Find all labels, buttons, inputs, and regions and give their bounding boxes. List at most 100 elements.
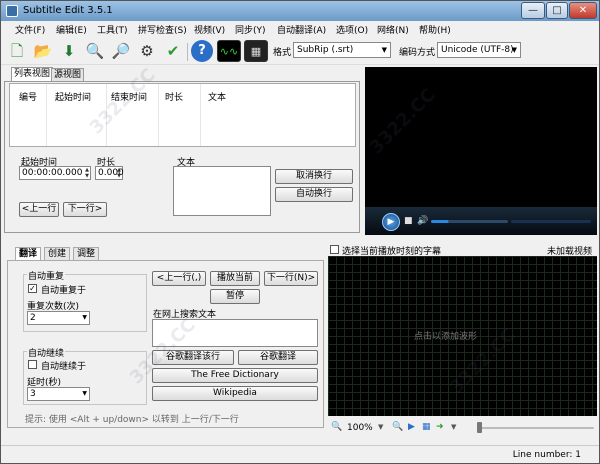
menu-tools[interactable]: 工具(T) (97, 23, 128, 36)
status-bar: Line number: 1 (1, 445, 599, 463)
search-text-input[interactable] (152, 319, 318, 347)
tab-adjust[interactable]: 调整 (73, 247, 100, 260)
translate-prev-button[interactable]: <上一行(,) (152, 271, 206, 286)
minimize-button[interactable]: — (521, 2, 545, 19)
grid-header-start[interactable]: 起始时间 (55, 90, 91, 103)
title-bar: Subtitle Edit 3.5.1 — □ ✕ (1, 1, 599, 21)
close-button[interactable]: ✕ (569, 2, 597, 19)
format-select[interactable]: SubRip (.srt) ▼ (293, 42, 391, 58)
find-icon[interactable]: 🔍 (84, 40, 106, 62)
encoding-select[interactable]: Unicode (UTF-8) ▼ (437, 42, 521, 58)
chevron-down-icon: ▼ (82, 314, 87, 321)
spin-arrows-icon[interactable]: ▲ ▼ (117, 167, 121, 179)
window-title: Subtitle Edit 3.5.1 (23, 5, 113, 16)
grid-divider (158, 84, 159, 146)
auto-repeat-checkbox[interactable]: ✓ (28, 284, 37, 293)
tab-create[interactable]: 创建 (44, 247, 71, 260)
select-current-checkbox[interactable] (330, 245, 339, 254)
zoom-in-icon[interactable]: 🔍 (392, 422, 403, 432)
menu-options[interactable]: 选项(O) (336, 23, 368, 36)
format-label: 格式 (273, 48, 292, 58)
stop-icon[interactable]: ■ (404, 216, 413, 226)
toolbar: 🗋 📂 ⬇ 🔍 🔎 ⚙ ✔ ? ∿∿ ▦ 格式 SubRip (.srt) ▼ … (1, 37, 599, 65)
grid-header-text[interactable]: 文本 (208, 90, 226, 103)
grid-header-duration[interactable]: 时长 (165, 90, 183, 103)
menu-sync[interactable]: 同步(Y) (235, 23, 266, 36)
pause-button[interactable]: 暂停 (210, 289, 260, 304)
zoom-value[interactable]: 100% (347, 423, 373, 433)
repeat-count-value: 2 (30, 313, 36, 323)
grid-divider (106, 84, 107, 146)
translate-hint: 提示: 使用 <Alt + up/down> 以转到 上一行/下一行 (25, 415, 239, 425)
app-logo-icon (6, 5, 18, 17)
waveform-toggle-icon[interactable]: ∿∿ (217, 40, 241, 62)
line-number-status: Line number: 1 (512, 450, 581, 460)
grid-header-number[interactable]: 编号 (19, 90, 37, 103)
spell-check-icon[interactable]: ✔ (162, 40, 184, 62)
save-icon[interactable]: ⬇ (58, 40, 80, 62)
app-window: Subtitle Edit 3.5.1 — □ ✕ 文件(F) 编辑(E) 工具… (0, 0, 600, 464)
google-it-button[interactable]: 谷歌翻译该行 (152, 350, 234, 365)
slider-thumb[interactable] (477, 422, 482, 433)
play-current-button[interactable]: 播放当前 (210, 271, 260, 286)
menu-help[interactable]: 帮助(H) (419, 23, 451, 36)
open-folder-icon[interactable]: 📂 (32, 40, 54, 62)
auto-continue-checkbox[interactable] (28, 360, 37, 369)
chevron-down-icon[interactable]: ▼ (451, 423, 456, 431)
maximize-button[interactable]: □ (546, 2, 568, 19)
start-time-value: 00:00:00.000 (22, 168, 83, 178)
chevron-down-icon: ▼ (381, 46, 387, 54)
prev-line-button[interactable]: <上一行 (19, 202, 59, 217)
menu-bar: 文件(F) 编辑(E) 工具(T) 拼写检查(S) 视频(V) 同步(Y) 自动… (1, 21, 599, 37)
tab-translate[interactable]: 翻译 (15, 247, 42, 260)
grid-divider (46, 84, 47, 146)
encoding-value: Unicode (UTF-8) (441, 45, 514, 55)
delay-select[interactable]: 3 ▼ (27, 387, 90, 401)
auto-continue-group-title: 自动继续 (27, 346, 66, 359)
subtitle-grid[interactable]: 编号 起始时间 结束时间 时长 文本 (9, 83, 356, 147)
start-time-input[interactable]: 00:00:00.000 ▲ ▼ (19, 166, 91, 180)
next-line-button[interactable]: 下一行> (63, 202, 107, 217)
menu-auto-translate[interactable]: 自动翻译(A) (277, 23, 326, 36)
progress-track (511, 220, 591, 223)
auto-repeat-group-title: 自动重复 (27, 269, 66, 282)
tab-source-view[interactable]: 源视图 (51, 68, 85, 82)
play-icon[interactable]: ▶ (408, 422, 415, 432)
zoom-out-icon[interactable]: 🔍 (331, 422, 342, 432)
chevron-down-icon[interactable]: ▼ (378, 423, 383, 431)
help-icon[interactable]: ? (191, 40, 213, 62)
autobreak-button[interactable]: 自动换行 (275, 187, 353, 202)
menu-network[interactable]: 网络(N) (377, 23, 409, 36)
grid-icon[interactable]: ▦ (422, 422, 431, 432)
wikipedia-button[interactable]: Wikipedia (152, 386, 318, 401)
menu-spellcheck[interactable]: 拼写检查(S) (138, 23, 187, 36)
spin-arrows-icon[interactable]: ▲ ▼ (85, 167, 89, 179)
fix-icon[interactable]: ⚙ (136, 40, 158, 62)
waveform-placeholder: 点击以添加波形 (414, 332, 478, 342)
grid-header-end[interactable]: 结束时间 (111, 90, 147, 103)
subtitle-text-input[interactable] (173, 166, 271, 216)
unbreak-button[interactable]: 取消换行 (275, 169, 353, 184)
waveform-zoom-slider[interactable] (479, 427, 594, 429)
new-file-icon[interactable]: 🗋 (6, 40, 28, 62)
free-dictionary-button[interactable]: The Free Dictionary (152, 368, 318, 383)
menu-video[interactable]: 视频(V) (194, 23, 225, 36)
format-value: SubRip (.srt) (297, 45, 354, 55)
replace-icon[interactable]: 🔎 (110, 40, 132, 62)
chevron-down-icon: ▼ (82, 390, 87, 397)
auto-repeat-label: 自动重复于 (41, 286, 87, 296)
volume-icon[interactable]: 🔊 (417, 216, 428, 226)
tab-list-view[interactable]: 列表视图 (11, 67, 54, 82)
encoding-label: 编码方式 (399, 48, 436, 58)
forward-icon[interactable]: ➜ (436, 422, 444, 432)
play-icon[interactable]: ▶ (382, 213, 400, 231)
repeat-count-select[interactable]: 2 ▼ (27, 311, 90, 325)
menu-edit[interactable]: 编辑(E) (56, 23, 87, 36)
progress-slider[interactable] (448, 220, 508, 223)
chevron-down-icon: ▼ (511, 46, 517, 54)
translate-next-button[interactable]: 下一行(N)> (264, 271, 318, 286)
duration-input[interactable]: 0.000 ▲ ▼ (95, 166, 124, 180)
video-toggle-icon[interactable]: ▦ (244, 40, 268, 62)
menu-file[interactable]: 文件(F) (15, 23, 45, 36)
google-translate-button[interactable]: 谷歌翻译 (238, 350, 318, 365)
